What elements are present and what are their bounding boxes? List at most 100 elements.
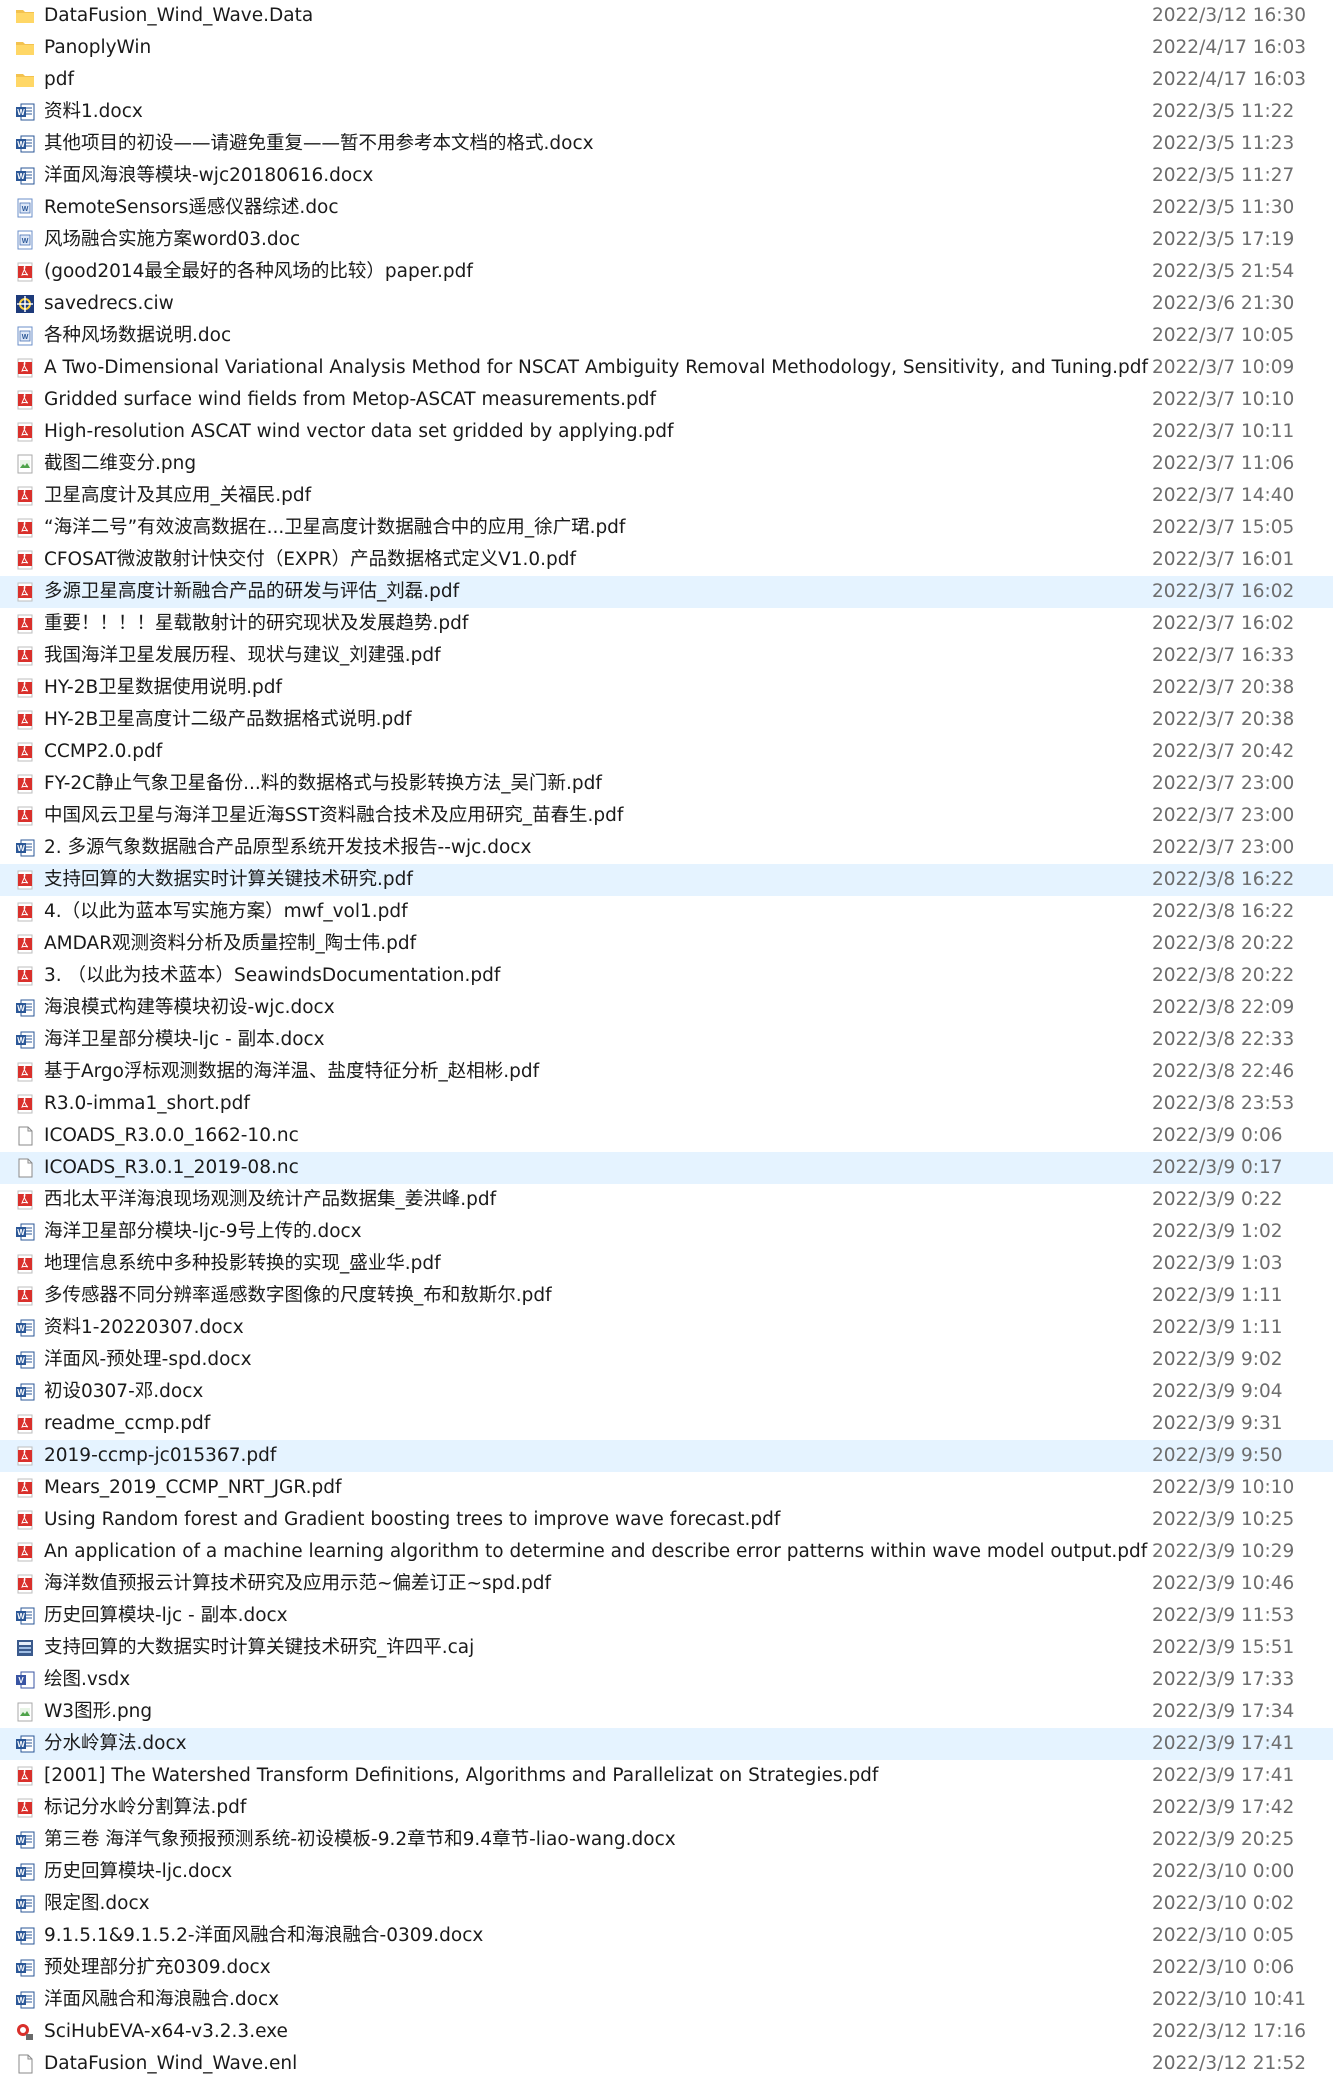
file-row[interactable]: 支持回算的大数据实时计算关键技术研究_许四平.caj 2022/3/9 15:51 — [0, 1632, 1333, 1664]
file-row[interactable]: W 海浪模式构建等模块初设-wjc.docx 2022/3/8 22:09 — [0, 992, 1333, 1024]
file-row[interactable]: W 风场融合实施方案word03.doc 2022/3/5 17:19 — [0, 224, 1333, 256]
file-name[interactable]: AMDAR观测资料分析及质量控制_陶士伟.pdf — [44, 928, 416, 960]
file-name[interactable]: 我国海洋卫星发展历程、现状与建议_刘建强.pdf — [44, 640, 441, 672]
file-row[interactable]: R3.0-imma1_short.pdf 2022/3/8 23:53 — [0, 1088, 1333, 1120]
file-name[interactable]: [2001] The Watershed Transform Definitio… — [44, 1760, 878, 1792]
file-row[interactable]: 海洋数值预报云计算技术研究及应用示范~偏差订正~spd.pdf 2022/3/9 … — [0, 1568, 1333, 1600]
file-row[interactable]: W 洋面风融合和海浪融合.docx 2022/3/10 10:41 — [0, 1984, 1333, 2016]
file-name[interactable]: Using Random forest and Gradient boostin… — [44, 1504, 780, 1536]
file-name[interactable]: 海洋卫星部分模块-ljc - 副本.docx — [44, 1024, 325, 1056]
file-name[interactable]: 基于Argo浮标观测数据的海洋温、盐度特征分析_赵相彬.pdf — [44, 1056, 539, 1088]
file-row[interactable]: CCMP2.0.pdf 2022/3/7 20:42 — [0, 736, 1333, 768]
file-row[interactable]: [2001] The Watershed Transform Definitio… — [0, 1760, 1333, 1792]
file-row[interactable]: Gridded surface wind fields from Metop-A… — [0, 384, 1333, 416]
file-row[interactable]: W 初设0307-邓.docx 2022/3/9 9:04 — [0, 1376, 1333, 1408]
file-name[interactable]: 截图二维变分.png — [44, 448, 196, 480]
file-row[interactable]: W 历史回算模块-ljc.docx 2022/3/10 0:00 — [0, 1856, 1333, 1888]
file-name[interactable]: 海洋数值预报云计算技术研究及应用示范~偏差订正~spd.pdf — [44, 1568, 551, 1600]
file-name[interactable]: pdf — [44, 64, 74, 96]
file-row[interactable]: W 洋面风-预处理-spd.docx 2022/3/9 9:02 — [0, 1344, 1333, 1376]
file-row[interactable]: SciHubEVA-x64-v3.2.3.exe 2022/3/12 17:16 — [0, 2016, 1333, 2048]
file-row[interactable]: AMDAR观测资料分析及质量控制_陶士伟.pdf 2022/3/8 20:22 — [0, 928, 1333, 960]
file-row[interactable]: Using Random forest and Gradient boostin… — [0, 1504, 1333, 1536]
file-name[interactable]: 限定图.docx — [44, 1888, 150, 1920]
file-row[interactable]: An application of a machine learning alg… — [0, 1536, 1333, 1568]
file-row[interactable]: V 绘图.vsdx 2022/3/9 17:33 — [0, 1664, 1333, 1696]
file-name[interactable]: 各种风场数据说明.doc — [44, 320, 231, 352]
file-name[interactable]: 海浪模式构建等模块初设-wjc.docx — [44, 992, 335, 1024]
file-name[interactable]: 资料1.docx — [44, 96, 143, 128]
file-row[interactable]: 基于Argo浮标观测数据的海洋温、盐度特征分析_赵相彬.pdf 2022/3/8 … — [0, 1056, 1333, 1088]
file-row[interactable]: 标记分水岭分割算法.pdf 2022/3/9 17:42 — [0, 1792, 1333, 1824]
file-row[interactable]: W 9.1.5.1&9.1.5.2-洋面风融合和海浪融合-0309.docx 202… — [0, 1920, 1333, 1952]
file-name[interactable]: 海洋卫星部分模块-ljc-9号上传的.docx — [44, 1216, 362, 1248]
file-row[interactable]: (good2014最全最好的各种风场的比较）paper.pdf 2022/3/5 … — [0, 256, 1333, 288]
file-row[interactable]: W3图形.png 2022/3/9 17:34 — [0, 1696, 1333, 1728]
file-row[interactable]: ICOADS_R3.0.0_1662-10.nc 2022/3/9 0:06 — [0, 1120, 1333, 1152]
file-name[interactable]: 2019-ccmp-jc015367.pdf — [44, 1440, 276, 1472]
file-name[interactable]: 中国风云卫星与海洋卫星近海SST资料融合技术及应用研究_苗春生.pdf — [44, 800, 623, 832]
file-row[interactable]: 地理信息系统中多种投影转换的实现_盛业华.pdf 2022/3/9 1:03 — [0, 1248, 1333, 1280]
file-row[interactable]: DataFusion_Wind_Wave.Data 2022/3/12 16:30 — [0, 0, 1333, 32]
file-name[interactable]: ICOADS_R3.0.1_2019-08.nc — [44, 1152, 299, 1184]
file-name[interactable]: 多源卫星高度计新融合产品的研发与评估_刘磊.pdf — [44, 576, 459, 608]
file-row[interactable]: 3. （以此为技术蓝本）SeawindsDocumentation.pdf 202… — [0, 960, 1333, 992]
file-name[interactable]: 支持回算的大数据实时计算关键技术研究_许四平.caj — [44, 1632, 474, 1664]
file-name[interactable]: 分水岭算法.docx — [44, 1728, 187, 1760]
file-name[interactable]: CFOSAT微波散射计快交付（EXPR）产品数据格式定义V1.0.pdf — [44, 544, 576, 576]
file-row[interactable]: W 海洋卫星部分模块-ljc - 副本.docx 2022/3/8 22:33 — [0, 1024, 1333, 1056]
file-name[interactable]: Gridded surface wind fields from Metop-A… — [44, 384, 656, 416]
file-row[interactable]: Mears_2019_CCMP_NRT_JGR.pdf 2022/3/9 10:1… — [0, 1472, 1333, 1504]
file-name[interactable]: HY-2B卫星高度计二级产品数据格式说明.pdf — [44, 704, 412, 736]
file-row[interactable]: W 海洋卫星部分模块-ljc-9号上传的.docx 2022/3/9 1:02 — [0, 1216, 1333, 1248]
file-name[interactable]: 第三卷 海洋气象预报预测系统-初设模板-9.2章节和9.4章节-liao-wan… — [44, 1824, 676, 1856]
file-name[interactable]: 历史回算模块-ljc - 副本.docx — [44, 1600, 288, 1632]
file-name[interactable]: HY-2B卫星数据使用说明.pdf — [44, 672, 282, 704]
file-row[interactable]: 卫星高度计及其应用_关福民.pdf 2022/3/7 14:40 — [0, 480, 1333, 512]
file-name[interactable]: SciHubEVA-x64-v3.2.3.exe — [44, 2016, 288, 2048]
file-name[interactable]: DataFusion_Wind_Wave.enl — [44, 2048, 297, 2080]
file-row[interactable]: 支持回算的大数据实时计算关键技术研究.pdf 2022/3/8 16:22 — [0, 864, 1333, 896]
file-row[interactable]: readme_ccmp.pdf 2022/3/9 9:31 — [0, 1408, 1333, 1440]
file-name[interactable]: 3. （以此为技术蓝本）SeawindsDocumentation.pdf — [44, 960, 500, 992]
file-name[interactable]: 支持回算的大数据实时计算关键技术研究.pdf — [44, 864, 413, 896]
file-name[interactable]: FY-2C静止气象卫星备份...料的数据格式与投影转换方法_吴门新.pdf — [44, 768, 602, 800]
file-row[interactable]: PanoplyWin 2022/4/17 16:03 — [0, 32, 1333, 64]
file-name[interactable]: RemoteSensors遥感仪器综述.doc — [44, 192, 339, 224]
file-name[interactable]: 4.（以此为蓝本写实施方案）mwf_vol1.pdf — [44, 896, 408, 928]
file-row[interactable]: W 分水岭算法.docx 2022/3/9 17:41 — [0, 1728, 1333, 1760]
file-row[interactable]: W 资料1.docx 2022/3/5 11:22 — [0, 96, 1333, 128]
file-row[interactable]: FY-2C静止气象卫星备份...料的数据格式与投影转换方法_吴门新.pdf 202… — [0, 768, 1333, 800]
file-row[interactable]: CFOSAT微波散射计快交付（EXPR）产品数据格式定义V1.0.pdf 2022… — [0, 544, 1333, 576]
file-row[interactable]: “海洋二号”有效波高数据在...卫星高度计数据融合中的应用_徐广珺.pdf 202… — [0, 512, 1333, 544]
file-name[interactable]: 风场融合实施方案word03.doc — [44, 224, 300, 256]
file-row[interactable]: W 洋面风海浪等模块-wjc20180616.docx 2022/3/5 11:27 — [0, 160, 1333, 192]
file-name[interactable]: readme_ccmp.pdf — [44, 1408, 210, 1440]
file-name[interactable]: ICOADS_R3.0.0_1662-10.nc — [44, 1120, 299, 1152]
file-row[interactable]: 重要！！！！星载散射计的研究现状及发展趋势.pdf 2022/3/7 16:02 — [0, 608, 1333, 640]
file-row[interactable]: W 预处理部分扩充0309.docx 2022/3/10 0:06 — [0, 1952, 1333, 1984]
file-name[interactable]: W3图形.png — [44, 1696, 152, 1728]
file-row[interactable]: A Two-Dimensional Variational Analysis M… — [0, 352, 1333, 384]
file-name[interactable]: An application of a machine learning alg… — [44, 1536, 1147, 1568]
file-name[interactable]: 西北太平洋海浪现场观测及统计产品数据集_姜洪峰.pdf — [44, 1184, 496, 1216]
file-row[interactable]: HY-2B卫星数据使用说明.pdf 2022/3/7 20:38 — [0, 672, 1333, 704]
file-row[interactable]: W 其他项目的初设——请避免重复——暂不用参考本文档的格式.docx 2022/3/… — [0, 128, 1333, 160]
file-name[interactable]: PanoplyWin — [44, 32, 151, 64]
file-row[interactable]: W 第三卷 海洋气象预报预测系统-初设模板-9.2章节和9.4章节-liao-wa… — [0, 1824, 1333, 1856]
file-name[interactable]: Mears_2019_CCMP_NRT_JGR.pdf — [44, 1472, 341, 1504]
file-name[interactable]: savedrecs.ciw — [44, 288, 174, 320]
file-name[interactable]: 2. 多源气象数据融合产品原型系统开发技术报告--wjc.docx — [44, 832, 531, 864]
file-name[interactable]: 卫星高度计及其应用_关福民.pdf — [44, 480, 311, 512]
file-row[interactable]: High-resolution ASCAT wind vector data s… — [0, 416, 1333, 448]
file-name[interactable]: 地理信息系统中多种投影转换的实现_盛业华.pdf — [44, 1248, 441, 1280]
file-row[interactable]: 我国海洋卫星发展历程、现状与建议_刘建强.pdf 2022/3/7 16:33 — [0, 640, 1333, 672]
file-name[interactable]: 历史回算模块-ljc.docx — [44, 1856, 232, 1888]
file-name[interactable]: 资料1-20220307.docx — [44, 1312, 244, 1344]
file-row[interactable]: HY-2B卫星高度计二级产品数据格式说明.pdf 2022/3/7 20:38 — [0, 704, 1333, 736]
file-row[interactable]: DataFusion_Wind_Wave.enl 2022/3/12 21:52 — [0, 2048, 1333, 2080]
file-name[interactable]: 重要！！！！星载散射计的研究现状及发展趋势.pdf — [44, 608, 468, 640]
file-row[interactable]: W 限定图.docx 2022/3/10 0:02 — [0, 1888, 1333, 1920]
file-name[interactable]: High-resolution ASCAT wind vector data s… — [44, 416, 673, 448]
file-row[interactable]: W 资料1-20220307.docx 2022/3/9 1:11 — [0, 1312, 1333, 1344]
